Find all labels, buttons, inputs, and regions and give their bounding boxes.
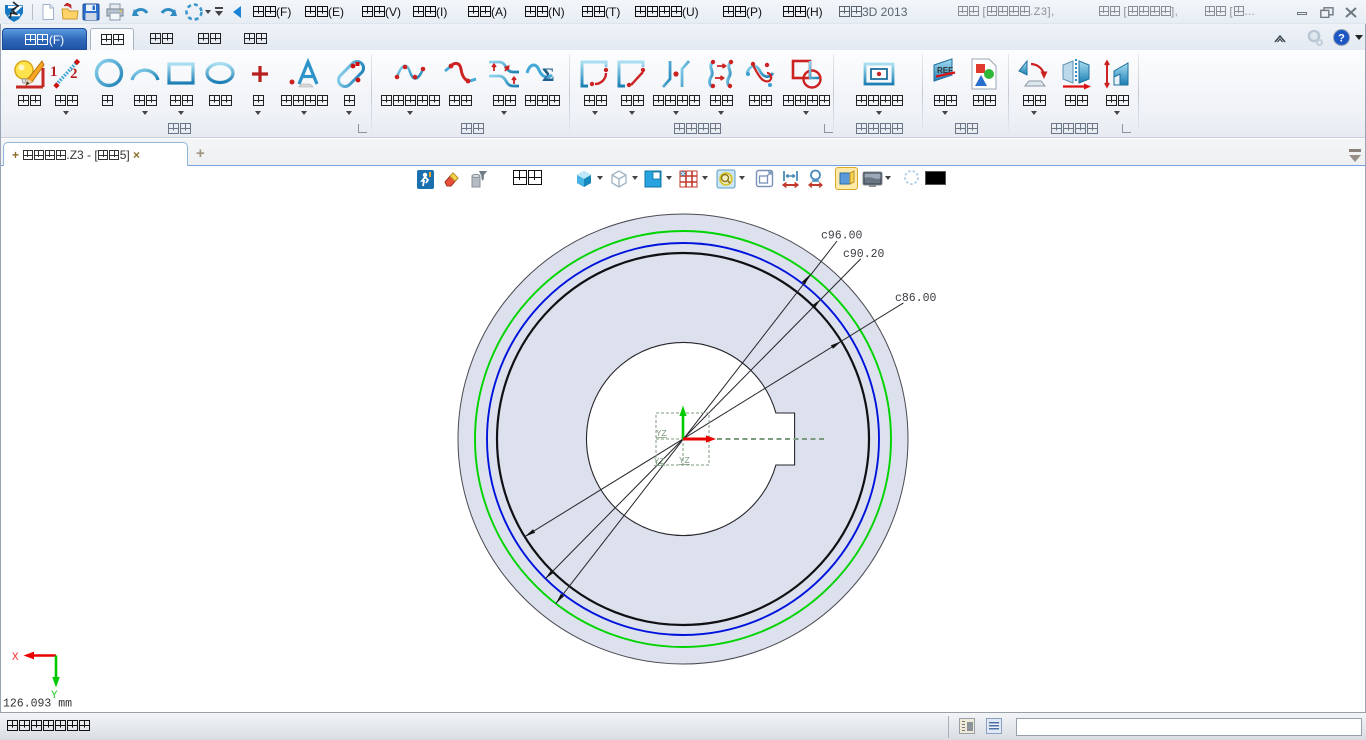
- svg-text:c90.20: c90.20: [843, 248, 885, 261]
- svg-text:126.093 mm: 126.093 mm: [3, 698, 72, 711]
- svg-text:c86.00: c86.00: [895, 292, 937, 305]
- svg-text:Σ: Σ: [542, 65, 554, 86]
- svg-text:1: 1: [50, 64, 58, 80]
- svg-text:c96.00: c96.00: [821, 230, 863, 243]
- svg-text:?: ?: [1338, 33, 1345, 45]
- svg-text:X: X: [12, 652, 19, 664]
